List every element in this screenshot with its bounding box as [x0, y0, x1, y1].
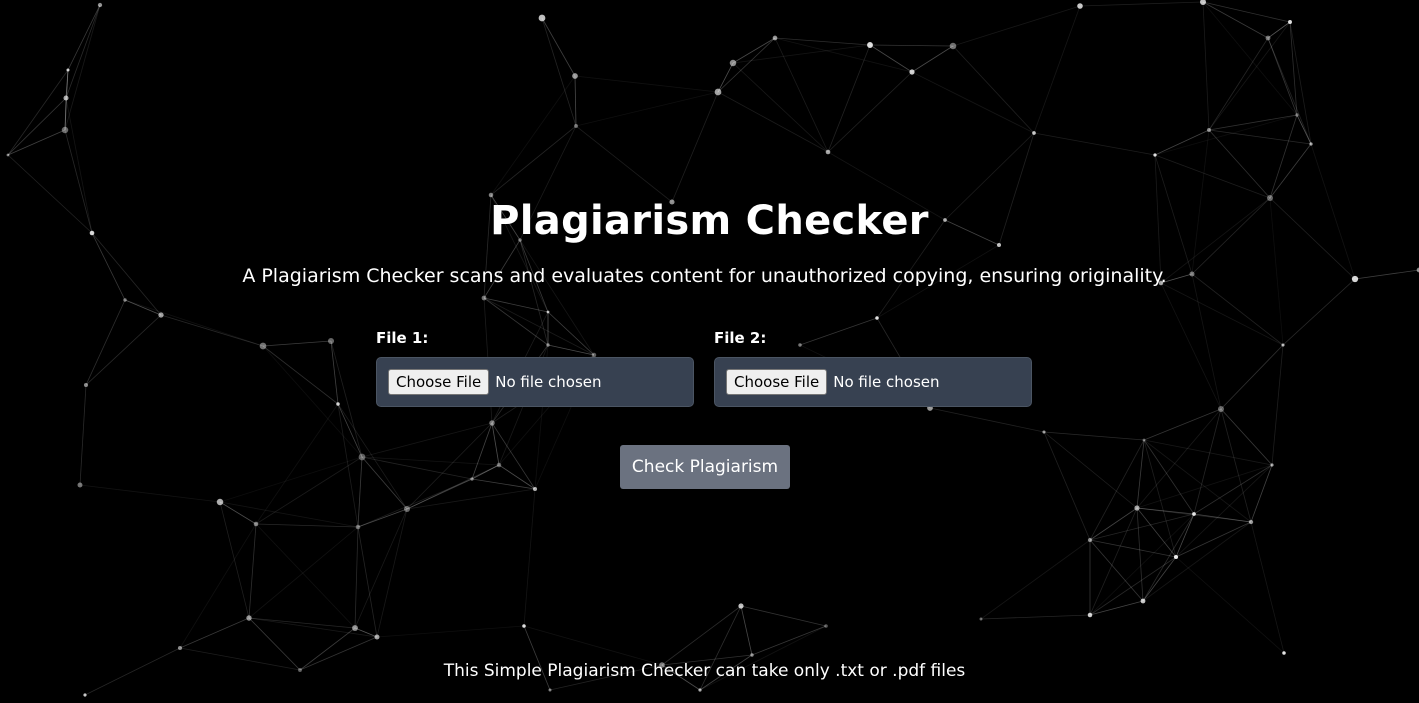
file2-label: File 2: [714, 329, 767, 347]
check-plagiarism-button[interactable]: Check Plagiarism [620, 445, 790, 489]
file2-status: No file chosen [833, 373, 940, 391]
page-title: Plagiarism Checker [490, 198, 929, 244]
file1-group: File 1: Choose File No file chosen [376, 329, 696, 407]
page-subtitle: A Plagiarism Checker scans and evaluates… [242, 265, 1167, 287]
file2-input[interactable]: Choose File No file chosen [714, 357, 1032, 407]
file2-choose-button[interactable]: Choose File [726, 369, 828, 395]
file1-choose-button[interactable]: Choose File [388, 369, 490, 395]
file1-input[interactable]: Choose File No file chosen [376, 357, 694, 407]
file1-label: File 1: [376, 329, 429, 347]
main-container: Plagiarism Checker A Plagiarism Checker … [0, 0, 1419, 703]
footer-note: This Simple Plagiarism Checker can take … [443, 661, 966, 681]
file2-group: File 2: Choose File No file chosen [714, 329, 1034, 407]
file1-status: No file chosen [495, 373, 602, 391]
